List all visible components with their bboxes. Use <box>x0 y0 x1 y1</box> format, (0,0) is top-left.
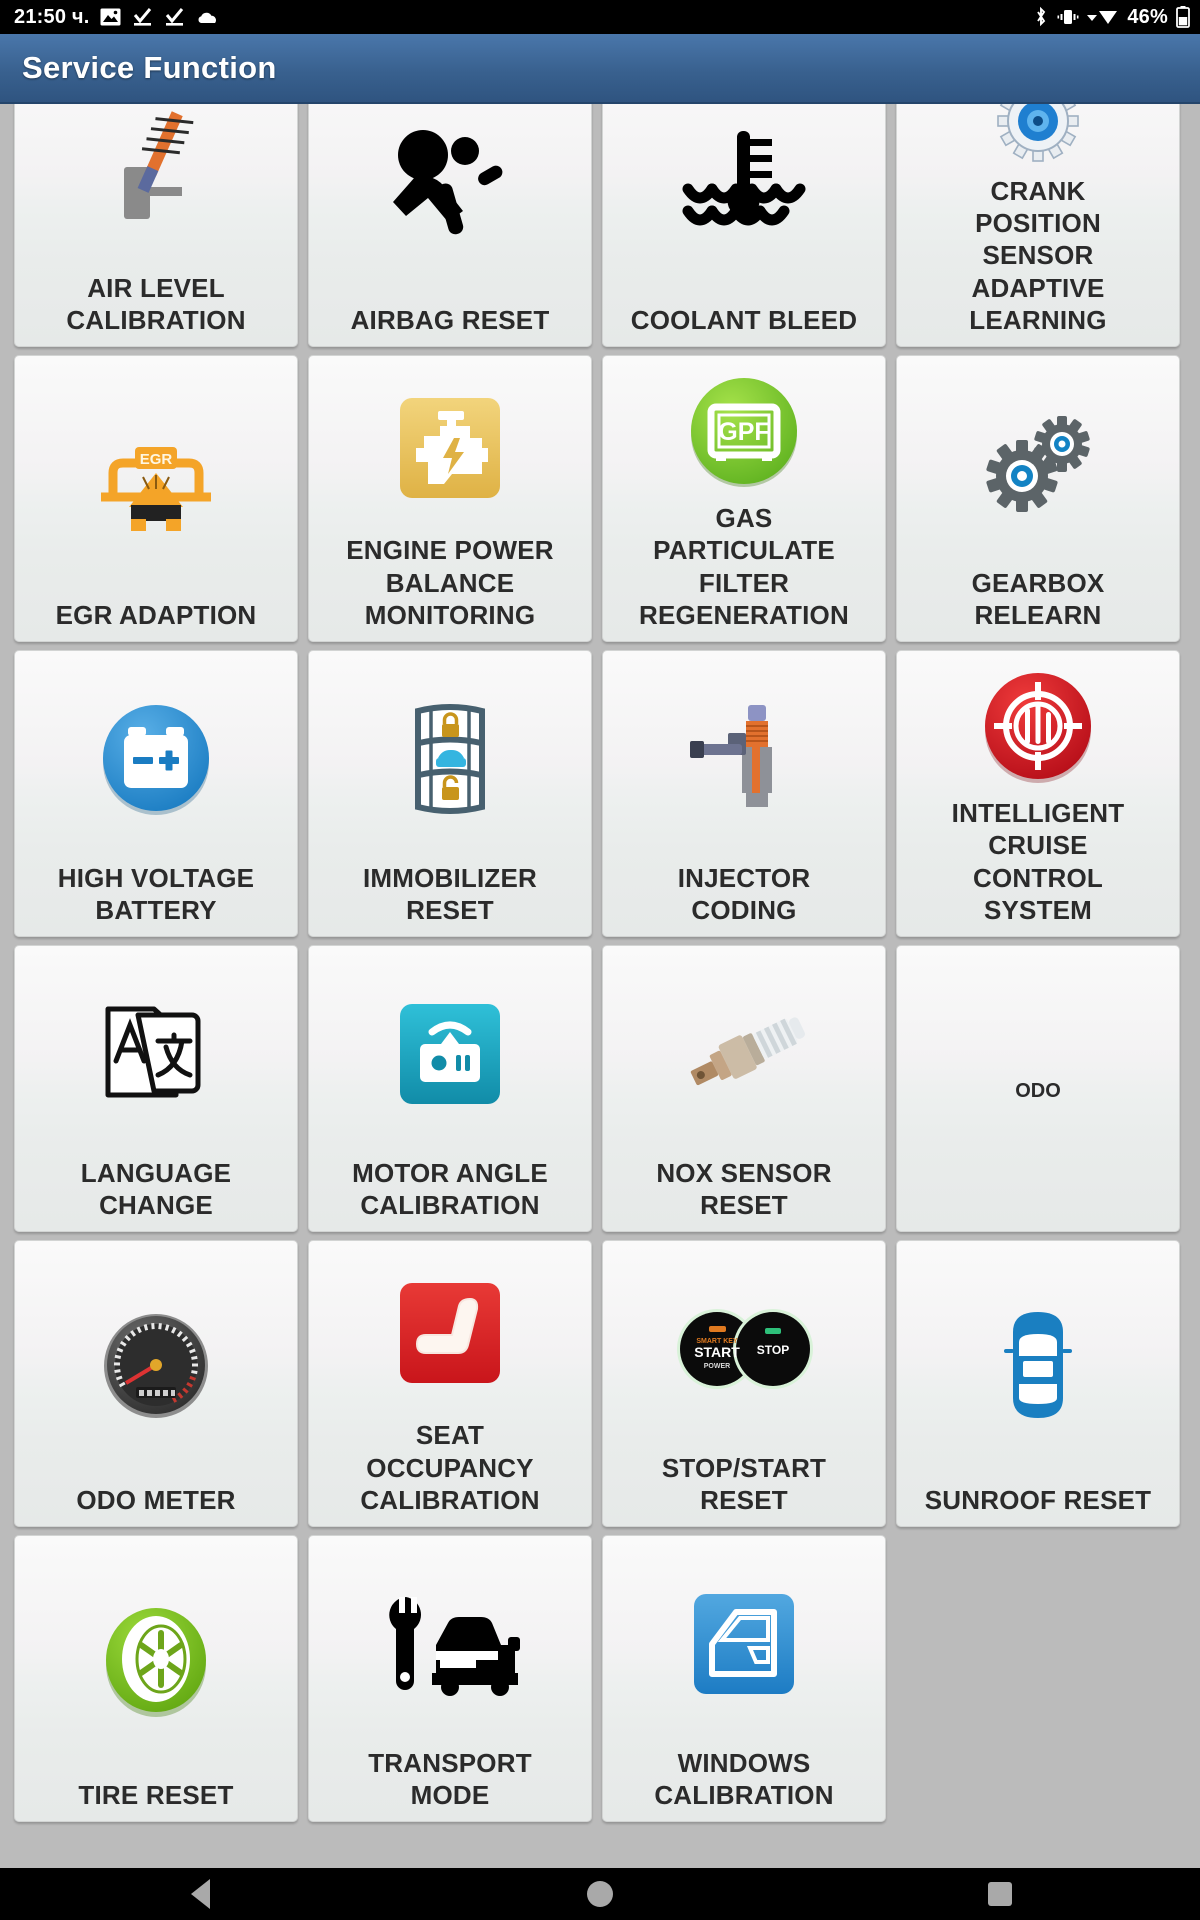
no-icon: ODO <box>897 946 1179 1231</box>
transport-mode-icon <box>309 1536 591 1747</box>
download-complete-icon <box>132 7 153 27</box>
service-function-cell[interactable]: CRANK POSITION SENSOR ADAPTIVE LEARNING <box>896 104 1180 347</box>
service-function-cell[interactable]: ENGINE POWER BALANCE MONITORING <box>308 355 592 642</box>
service-function-cell[interactable]: INJECTOR CODING <box>602 650 886 937</box>
status-bar-clock: 21:50 ч. <box>14 5 90 28</box>
cell-label: HIGH VOLTAGE BATTERY <box>57 862 255 925</box>
cell-label: GAS PARTICULATE FILTER REGENERATION <box>639 503 849 630</box>
service-function-cell[interactable]: INTELLIGENT CRUISE CONTROL SYSTEM <box>896 650 1180 937</box>
stop-start-icon: SMART KEY START POWER STOP <box>603 1241 885 1452</box>
cell-label: NOX SENSOR RESET <box>656 1157 832 1220</box>
cloud-icon <box>196 9 220 25</box>
cell-label: AIR LEVEL CALIBRATION <box>66 272 246 335</box>
vibrate-icon <box>1057 8 1079 26</box>
service-function-cell[interactable]: AIRBAG RESET <box>308 104 592 347</box>
service-function-cell[interactable]: AIR LEVEL CALIBRATION <box>14 104 298 347</box>
motor-angle-calibration-icon <box>309 946 591 1157</box>
service-function-scroll-area[interactable]: AIR LEVEL CALIBRATION AIRBAG RESET COOLA… <box>0 104 1200 1868</box>
service-function-cell[interactable]: SEAT OCCUPANCY CALIBRATION <box>308 1240 592 1527</box>
service-function-grid: AIR LEVEL CALIBRATION AIRBAG RESET COOLA… <box>0 104 1200 1826</box>
svg-text:START: START <box>694 1344 740 1360</box>
service-function-cell[interactable]: NOX SENSOR RESET <box>602 945 886 1232</box>
svg-text:STOP: STOP <box>757 1343 789 1357</box>
service-function-cell[interactable]: ODO <box>896 945 1180 1232</box>
cell-label: GEARBOX RELEARN <box>971 567 1105 630</box>
crank-position-sensor-icon <box>897 104 1179 175</box>
service-function-cell[interactable]: EGR EGR ADAPTION <box>14 355 298 642</box>
air-level-calibration-icon <box>15 104 297 272</box>
airbag-reset-icon <box>309 104 591 304</box>
service-function-cell[interactable]: ODO METER <box>14 1240 298 1527</box>
service-function-cell[interactable]: TRANSPORT MODE <box>308 1535 592 1822</box>
cell-label: TIRE RESET <box>78 1779 234 1810</box>
cell-label: ENGINE POWER BALANCE MONITORING <box>346 535 554 630</box>
service-function-cell[interactable]: LANGUAGE CHANGE <box>14 945 298 1232</box>
svg-text:EGR: EGR <box>140 451 173 468</box>
battery-percent-label: 46% <box>1127 5 1168 28</box>
cell-label: CRANK POSITION SENSOR ADAPTIVE LEARNING <box>969 175 1107 335</box>
recents-square-icon <box>988 1882 1012 1906</box>
service-function-cell[interactable]: GPF GAS PARTICULATE FILTER REGENERATION <box>602 355 886 642</box>
cell-label: ODO METER <box>76 1484 236 1515</box>
back-button[interactable] <box>140 1879 260 1909</box>
service-function-cell[interactable]: COOLANT BLEED <box>602 104 886 347</box>
cell-label: MOTOR ANGLE CALIBRATION <box>352 1157 548 1220</box>
recents-button[interactable] <box>940 1882 1060 1906</box>
intelligent-cruise-control-icon <box>897 651 1179 797</box>
sunroof-icon <box>897 1241 1179 1484</box>
status-bar-right: 46% <box>1033 6 1190 29</box>
tire-reset-icon <box>15 1536 297 1779</box>
nox-sensor-icon <box>603 946 885 1157</box>
svg-text:POWER: POWER <box>704 1363 730 1370</box>
home-button[interactable] <box>540 1881 660 1907</box>
image-icon <box>100 8 121 26</box>
cell-label: LANGUAGE CHANGE <box>80 1157 232 1220</box>
service-function-cell[interactable]: SUNROOF RESET <box>896 1240 1180 1527</box>
cell-label: IMMOBILIZER RESET <box>362 862 538 925</box>
status-bar: 21:50 ч. 46% <box>0 0 1200 34</box>
android-navigation-bar <box>0 1868 1200 1920</box>
injector-coding-icon <box>603 651 885 862</box>
egr-adaption-icon: EGR <box>15 356 297 599</box>
app-title-bar: Service Function <box>0 34 1200 104</box>
bluetooth-icon <box>1033 6 1049 28</box>
svg-text:GPF: GPF <box>718 418 769 446</box>
wifi-icon <box>1087 7 1119 27</box>
cell-label: INJECTOR CODING <box>677 862 811 925</box>
engine-power-balance-icon <box>309 356 591 534</box>
windows-calibration-icon <box>603 1536 885 1747</box>
status-bar-left: 21:50 ч. <box>14 6 220 29</box>
service-function-cell[interactable]: SMART KEY START POWER STOP STOP/START RE… <box>602 1240 886 1527</box>
service-function-cell[interactable]: TIRE RESET <box>14 1535 298 1822</box>
cell-label: COOLANT BLEED <box>630 304 858 335</box>
cell-label: SEAT OCCUPANCY CALIBRATION <box>360 1420 540 1515</box>
empty-grid-slot <box>896 1535 1180 1822</box>
cell-label: STOP/START RESET <box>661 1452 827 1515</box>
language-change-icon <box>15 946 297 1157</box>
service-function-cell[interactable]: IMMOBILIZER RESET <box>308 650 592 937</box>
coolant-bleed-icon <box>603 104 885 304</box>
cell-label: WINDOWS CALIBRATION <box>654 1747 834 1810</box>
home-circle-icon <box>587 1881 613 1907</box>
cell-label: ODO <box>1015 1080 1061 1102</box>
cell-label: SUNROOF RESET <box>924 1484 1152 1515</box>
cell-label: AIRBAG RESET <box>350 304 550 335</box>
service-function-cell[interactable]: WINDOWS CALIBRATION <box>602 1535 886 1822</box>
service-function-cell[interactable]: HIGH VOLTAGE BATTERY <box>14 650 298 937</box>
cell-label: EGR ADAPTION <box>55 599 257 630</box>
service-function-cell[interactable]: MOTOR ANGLE CALIBRATION <box>308 945 592 1232</box>
page-title: Service Function <box>22 50 277 85</box>
cell-label: TRANSPORT MODE <box>368 1747 532 1810</box>
odo-meter-icon <box>15 1241 297 1484</box>
seat-occupancy-icon <box>309 1241 591 1419</box>
gpf-regeneration-icon: GPF <box>603 356 885 502</box>
back-triangle-icon <box>190 1879 210 1909</box>
cell-label: INTELLIGENT CRUISE CONTROL SYSTEM <box>951 798 1125 925</box>
immobilizer-reset-icon <box>309 651 591 862</box>
gearbox-relearn-icon <box>897 356 1179 567</box>
high-voltage-battery-icon <box>15 651 297 862</box>
battery-icon <box>1176 6 1190 28</box>
download-complete-icon <box>164 7 185 27</box>
service-function-cell[interactable]: GEARBOX RELEARN <box>896 355 1180 642</box>
